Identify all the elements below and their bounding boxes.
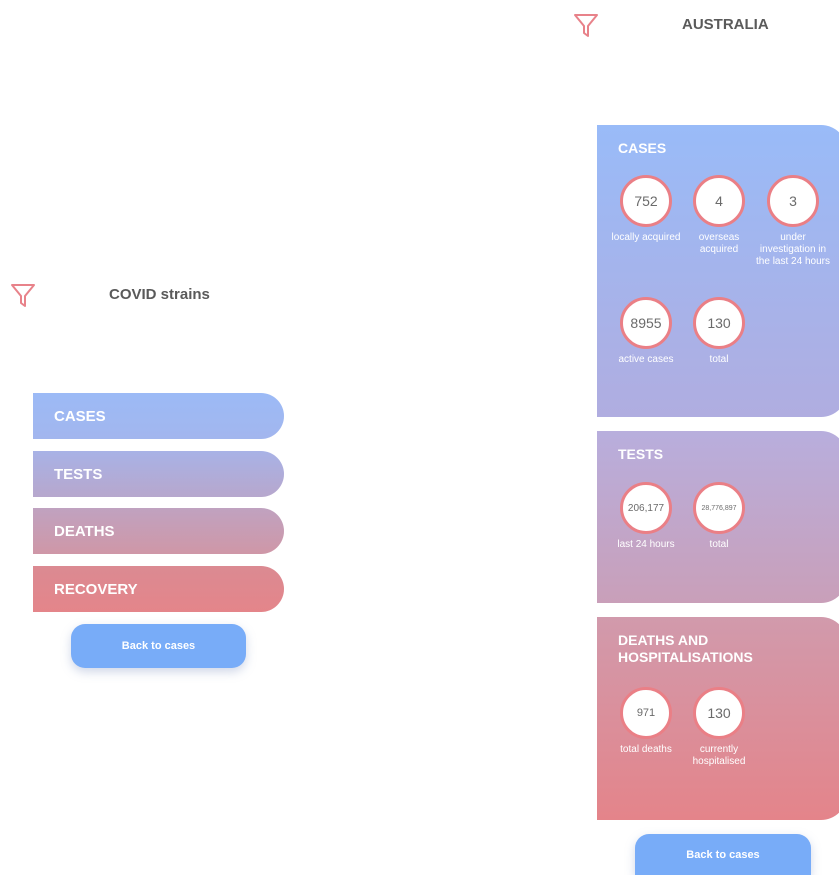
stat-label: active cases <box>618 354 674 365</box>
stat-circle: 4 <box>693 175 745 227</box>
stat-circle: 130 <box>693 687 745 739</box>
stat-circle: 8955 <box>620 297 672 349</box>
stat-circle: 130 <box>693 297 745 349</box>
stat-label: total deaths <box>620 744 672 755</box>
stat-label: currently hospitalised <box>692 744 746 767</box>
stat-label: total <box>709 354 729 365</box>
region-title: AUSTRALIA <box>682 16 769 33</box>
stat-circle: 3 <box>767 175 819 227</box>
stat-overseas-acquired: 4 overseas acquired <box>682 175 756 256</box>
stat-label: locally acquired <box>611 232 681 243</box>
menu-item-label: DEATHS <box>54 522 115 540</box>
card-title: CASES <box>618 140 667 156</box>
menu-item-label: TESTS <box>54 465 103 483</box>
card-title: TESTS <box>618 446 664 462</box>
menu-tests-button[interactable]: TESTS <box>33 451 284 497</box>
deaths-card: DEATHS AND HOSPITALISATIONS 971 total de… <box>597 617 839 820</box>
menu-item-label: CASES <box>54 407 106 425</box>
stat-currently-hospitalised: 130 currently hospitalised <box>682 687 756 768</box>
stat-circle: 206,177 <box>620 482 672 534</box>
stat-tests-last-24-hours: 206,177 last 24 hours <box>609 482 683 551</box>
tests-card: TESTS 206,177 last 24 hours 28,776,897 t… <box>597 431 839 603</box>
back-to-cases-button[interactable]: Back to cases <box>71 624 246 668</box>
stat-tests-total: 28,776,897 total <box>682 482 756 551</box>
stat-circle: 971 <box>620 687 672 739</box>
stat-under-investigation: 3 under investigation in the last 24 hou… <box>756 175 830 268</box>
card-title: DEATHS AND HOSPITALISATIONS <box>618 632 753 665</box>
stat-label: under investigation in the last 24 hours <box>756 232 830 267</box>
stat-locally-acquired: 752 locally acquired <box>609 175 683 244</box>
stat-active-cases: 8955 active cases <box>609 297 683 366</box>
menu-recovery-button[interactable]: RECOVERY <box>33 566 284 612</box>
menu-item-label: RECOVERY <box>54 580 138 598</box>
menu-cases-button[interactable]: CASES <box>33 393 284 439</box>
page-title: COVID strains <box>109 286 210 303</box>
menu-deaths-button[interactable]: DEATHS <box>33 508 284 554</box>
stat-label: last 24 hours <box>617 539 675 550</box>
stat-label: total <box>709 539 729 550</box>
stat-circle: 28,776,897 <box>693 482 745 534</box>
stat-label: overseas acquired <box>698 232 740 255</box>
filter-icon[interactable] <box>573 12 599 38</box>
back-to-cases-button[interactable]: Back to cases <box>635 834 811 875</box>
filter-icon[interactable] <box>10 282 36 308</box>
stat-total-cases: 130 total <box>682 297 756 366</box>
stat-circle: 752 <box>620 175 672 227</box>
stat-total-deaths: 971 total deaths <box>609 687 683 756</box>
cases-card: CASES 752 locally acquired 4 overseas ac… <box>597 125 839 417</box>
